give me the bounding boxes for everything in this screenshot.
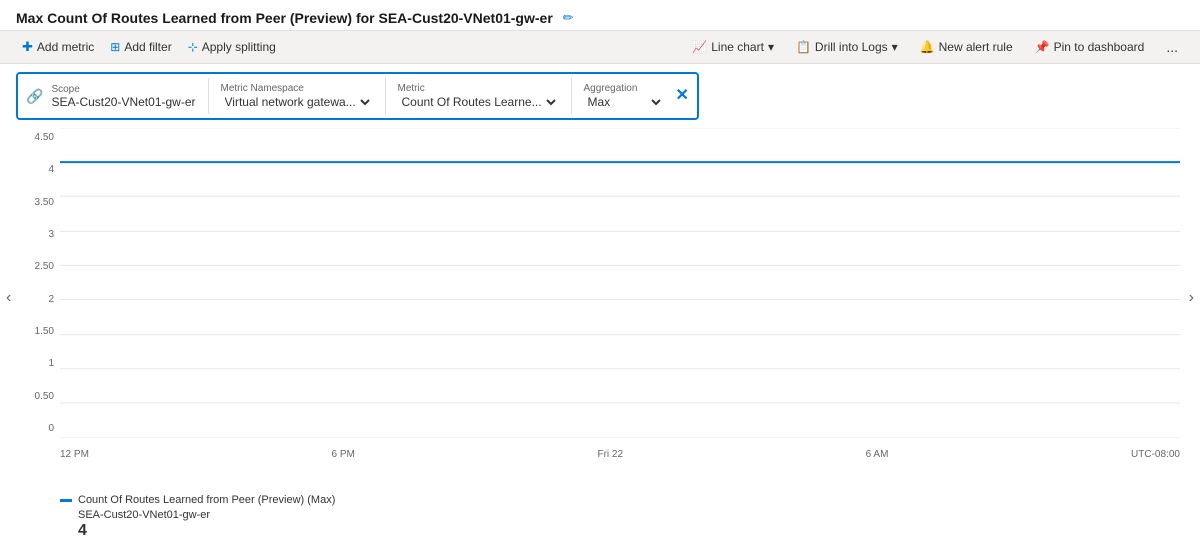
y-label-0: 0 xyxy=(48,423,54,434)
chevron-down-icon2: ▾ xyxy=(892,40,898,54)
scope-icon: 🔗 xyxy=(26,88,43,105)
filter-divider3 xyxy=(571,78,572,114)
legend-sublabel-row: SEA-Cust20-VNet01-gw-er xyxy=(60,507,1140,521)
logs-icon: 📋 xyxy=(796,40,811,54)
y-axis: 4.50 4 3.50 3 2.50 2 1.50 1 0.50 0 xyxy=(20,128,58,438)
more-options-button[interactable]: ... xyxy=(1160,37,1184,57)
chart-plot xyxy=(60,128,1180,438)
x-label-6pm: 6 PM xyxy=(332,449,355,460)
x-label-fri22: Fri 22 xyxy=(597,449,623,460)
scope-label: Scope xyxy=(51,84,195,95)
toolbar-right: 📈 Line chart ▾ 📋 Drill into Logs ▾ 🔔 New… xyxy=(686,37,1184,57)
aggregation-label: Aggregation xyxy=(584,83,664,94)
add-metric-button[interactable]: ✚ Add metric xyxy=(16,37,100,57)
apply-splitting-button[interactable]: ⊹ Apply splitting xyxy=(182,38,282,56)
y-label-4: 4 xyxy=(48,164,54,175)
metric-select[interactable]: Count Of Routes Learne... xyxy=(398,94,559,110)
nav-right-button[interactable]: › xyxy=(1185,285,1198,311)
x-label-6am: 6 AM xyxy=(866,449,889,460)
toolbar: ✚ Add metric ⊞ Add filter ⊹ Apply splitt… xyxy=(0,30,1200,64)
filter-divider2 xyxy=(385,78,386,114)
y-label-250: 2.50 xyxy=(35,261,54,272)
ellipsis-icon: ... xyxy=(1166,39,1178,55)
namespace-select[interactable]: Virtual network gatewa... xyxy=(221,94,373,110)
nav-left-button[interactable]: ‹ xyxy=(2,285,15,311)
plus-icon: ✚ xyxy=(22,39,33,55)
filter-box: 🔗 Scope SEA-Cust20-VNet01-gw-er Metric N… xyxy=(16,72,699,120)
y-label-2: 2 xyxy=(48,294,54,305)
toolbar-left: ✚ Add metric ⊞ Add filter ⊹ Apply splitt… xyxy=(16,37,282,57)
legend-value-row: 4 xyxy=(60,522,1140,540)
x-label-12pm: 12 PM xyxy=(60,449,89,460)
aggregation-group: Aggregation Max xyxy=(584,83,664,110)
y-label-350: 3.50 xyxy=(35,197,54,208)
chart-wrapper: ‹ › 4.50 4 3.50 3 2.50 2 1.50 1 0.50 0 xyxy=(0,128,1200,468)
alert-icon: 🔔 xyxy=(920,40,935,54)
chart-inner: 4.50 4 3.50 3 2.50 2 1.50 1 0.50 0 xyxy=(20,128,1180,438)
pin-icon: 📌 xyxy=(1035,40,1050,54)
new-alert-rule-button[interactable]: 🔔 New alert rule xyxy=(914,38,1019,56)
y-label-450: 4.50 xyxy=(35,132,54,143)
namespace-group: Metric Namespace Virtual network gatewa.… xyxy=(221,83,373,110)
pin-to-dashboard-button[interactable]: 📌 Pin to dashboard xyxy=(1029,38,1151,56)
legend-value: 4 xyxy=(78,522,87,539)
namespace-label: Metric Namespace xyxy=(221,83,373,94)
legend-color-swatch xyxy=(60,499,72,502)
edit-title-button[interactable]: ✏ xyxy=(559,10,578,26)
chevron-down-icon: ▾ xyxy=(768,40,774,54)
legend-sublabel: SEA-Cust20-VNet01-gw-er xyxy=(78,509,210,521)
metric-group: Metric Count Of Routes Learne... xyxy=(398,83,559,110)
line-chart-button[interactable]: 📈 Line chart ▾ xyxy=(686,38,780,56)
aggregation-select[interactable]: Max xyxy=(584,94,664,110)
line-chart-icon: 📈 xyxy=(692,40,707,54)
metric-label: Metric xyxy=(398,83,559,94)
scope-group: Scope SEA-Cust20-VNet01-gw-er xyxy=(51,84,195,109)
page-header: Max Count Of Routes Learned from Peer (P… xyxy=(0,0,1200,30)
y-label-3: 3 xyxy=(48,229,54,240)
y-label-050: 0.50 xyxy=(35,391,54,402)
legend: Count Of Routes Learned from Peer (Previ… xyxy=(0,490,1200,544)
drill-into-logs-button[interactable]: 📋 Drill into Logs ▾ xyxy=(790,38,904,56)
legend-item: Count Of Routes Learned from Peer (Previ… xyxy=(60,494,1140,506)
y-label-1: 1 xyxy=(48,358,54,369)
filter-divider1 xyxy=(208,78,209,114)
page-title: Max Count Of Routes Learned from Peer (P… xyxy=(16,10,553,26)
close-filter-button[interactable]: ✕ xyxy=(676,88,689,104)
x-axis: 12 PM 6 PM Fri 22 6 AM UTC-08:00 xyxy=(60,449,1180,460)
y-label-150: 1.50 xyxy=(35,326,54,337)
scope-value: SEA-Cust20-VNet01-gw-er xyxy=(51,95,195,109)
x-label-utc: UTC-08:00 xyxy=(1131,449,1180,460)
legend-label: Count Of Routes Learned from Peer (Previ… xyxy=(78,494,335,506)
split-icon: ⊹ xyxy=(188,40,198,54)
add-filter-button[interactable]: ⊞ Add filter xyxy=(104,38,177,56)
chart-svg xyxy=(60,128,1180,438)
filter-row: 🔗 Scope SEA-Cust20-VNet01-gw-er Metric N… xyxy=(0,64,1200,128)
filter-icon: ⊞ xyxy=(110,40,120,54)
